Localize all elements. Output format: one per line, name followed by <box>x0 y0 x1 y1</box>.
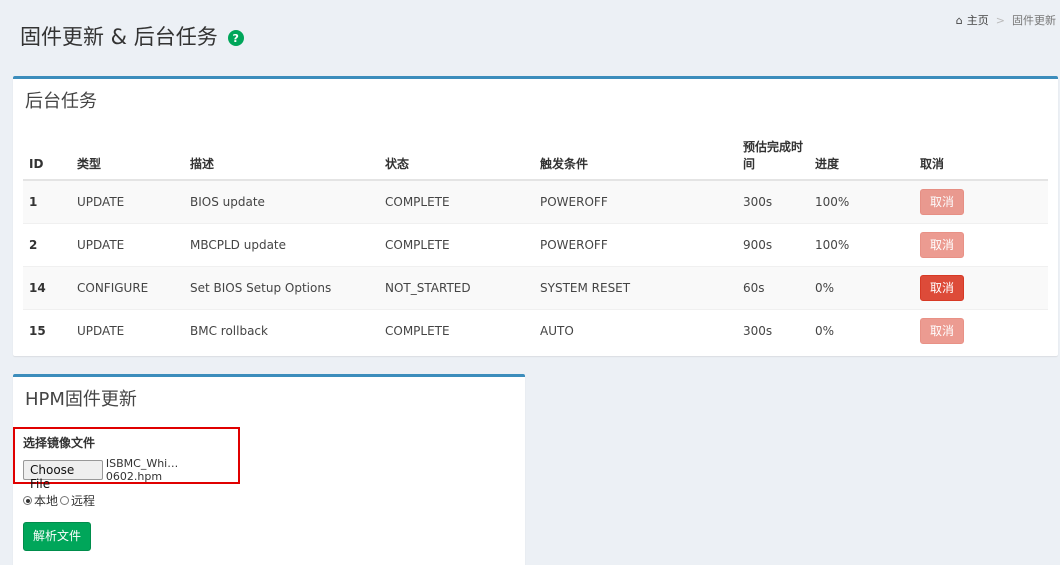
task-cancel-cell: 取消 <box>914 222 1048 266</box>
radio-local[interactable] <box>23 496 32 505</box>
table-row: 1 UPDATE BIOS update COMPLETE POWEROFF 3… <box>23 179 1048 223</box>
column-header-eta: 预估完成时间 <box>737 137 809 181</box>
breadcrumb: ⌂ 主页 > 固件更新 <box>956 12 1056 28</box>
task-cancel-cell: 取消 <box>914 265 1048 309</box>
task-cancel-cell: 取消 <box>914 179 1048 223</box>
column-header-trigger: 触发条件 <box>534 137 737 181</box>
task-status: COMPLETE <box>379 222 534 266</box>
radio-remote-label[interactable]: 远程 <box>71 492 95 509</box>
task-type: CONFIGURE <box>71 265 184 309</box>
help-icon[interactable]: ? <box>227 30 244 46</box>
page-title: 固件更新 & 后台任务 <box>20 25 218 49</box>
source-radio-group: 本地 远程 <box>23 492 95 509</box>
task-trigger: POWEROFF <box>534 179 737 223</box>
task-id: 2 <box>23 222 71 266</box>
table-row: 15 UPDATE BMC rollback COMPLETE AUTO 300… <box>23 308 1048 352</box>
background-tasks-title: 后台任务 <box>25 91 97 112</box>
breadcrumb-home[interactable]: 主页 <box>967 12 989 28</box>
column-header-status: 状态 <box>379 137 534 181</box>
task-progress: 100% <box>809 179 914 223</box>
cancel-task-button[interactable]: 取消 <box>920 231 964 258</box>
breadcrumb-current: 固件更新 <box>1012 14 1056 27</box>
cancel-task-button[interactable]: 取消 <box>920 188 964 215</box>
tasks-table: ID 类型 描述 状态 触发条件 预估完成时间 进度 取消 1 UPDATE B… <box>23 137 1048 352</box>
task-description: BIOS update <box>184 179 379 223</box>
column-header-id: ID <box>23 137 71 181</box>
task-cancel-cell: 取消 <box>914 308 1048 352</box>
hpm-update-panel: HPM固件更新 选择镜像文件 Choose File ISBMC_Whi…060… <box>13 374 525 565</box>
page-header: 固件更新 & 后台任务 ? <box>20 20 244 52</box>
file-input-row: Choose File ISBMC_Whi…0602.hpm <box>23 457 230 491</box>
parse-file-button[interactable]: 解析文件 <box>23 522 91 551</box>
column-header-description: 描述 <box>184 137 379 181</box>
column-header-progress: 进度 <box>809 137 914 181</box>
task-status: COMPLETE <box>379 179 534 223</box>
task-progress: 0% <box>809 308 914 352</box>
task-id: 1 <box>23 179 71 223</box>
hpm-update-title: HPM固件更新 <box>25 389 137 410</box>
task-eta: 900s <box>737 222 809 266</box>
task-eta: 300s <box>737 179 809 223</box>
radio-local-label[interactable]: 本地 <box>34 492 58 509</box>
task-status: COMPLETE <box>379 308 534 352</box>
cancel-task-button[interactable]: 取消 <box>920 274 964 301</box>
task-description: BMC rollback <box>184 308 379 352</box>
file-select-label: 选择镜像文件 <box>23 436 96 450</box>
task-trigger: POWEROFF <box>534 222 737 266</box>
task-progress: 100% <box>809 222 914 266</box>
task-id: 15 <box>23 308 71 352</box>
background-tasks-panel: 后台任务 ID 类型 描述 状态 触发条件 预估完成时间 进度 取消 1 UPD… <box>13 76 1058 356</box>
radio-remote[interactable] <box>60 496 70 505</box>
task-eta: 300s <box>737 308 809 352</box>
table-row: 14 CONFIGURE Set BIOS Setup Options NOT_… <box>23 265 1048 309</box>
task-progress: 0% <box>809 265 914 309</box>
cancel-task-button[interactable]: 取消 <box>920 317 964 344</box>
task-type: UPDATE <box>71 222 184 266</box>
task-id: 14 <box>23 265 71 309</box>
tasks-header-row: ID 类型 描述 状态 触发条件 预估完成时间 进度 取消 <box>23 137 1048 181</box>
column-header-cancel: 取消 <box>914 137 1048 181</box>
breadcrumb-separator: > <box>995 13 1005 27</box>
home-icon[interactable]: ⌂ <box>956 14 963 27</box>
task-status: NOT_STARTED <box>379 265 534 309</box>
choose-file-button[interactable]: Choose File <box>23 460 103 491</box>
column-header-type: 类型 <box>71 137 184 181</box>
selected-file-name: ISBMC_Whi…0602.hpm <box>105 457 179 483</box>
task-description: MBCPLD update <box>184 222 379 266</box>
table-row: 2 UPDATE MBCPLD update COMPLETE POWEROFF… <box>23 222 1048 266</box>
task-trigger: AUTO <box>534 308 737 352</box>
task-description: Set BIOS Setup Options <box>184 265 379 309</box>
file-select-group: 选择镜像文件 Choose File ISBMC_Whi…0602.hpm <box>13 427 240 491</box>
task-type: UPDATE <box>71 308 184 352</box>
task-eta: 60s <box>737 265 809 309</box>
task-type: UPDATE <box>71 179 184 223</box>
task-trigger: SYSTEM RESET <box>534 265 737 309</box>
